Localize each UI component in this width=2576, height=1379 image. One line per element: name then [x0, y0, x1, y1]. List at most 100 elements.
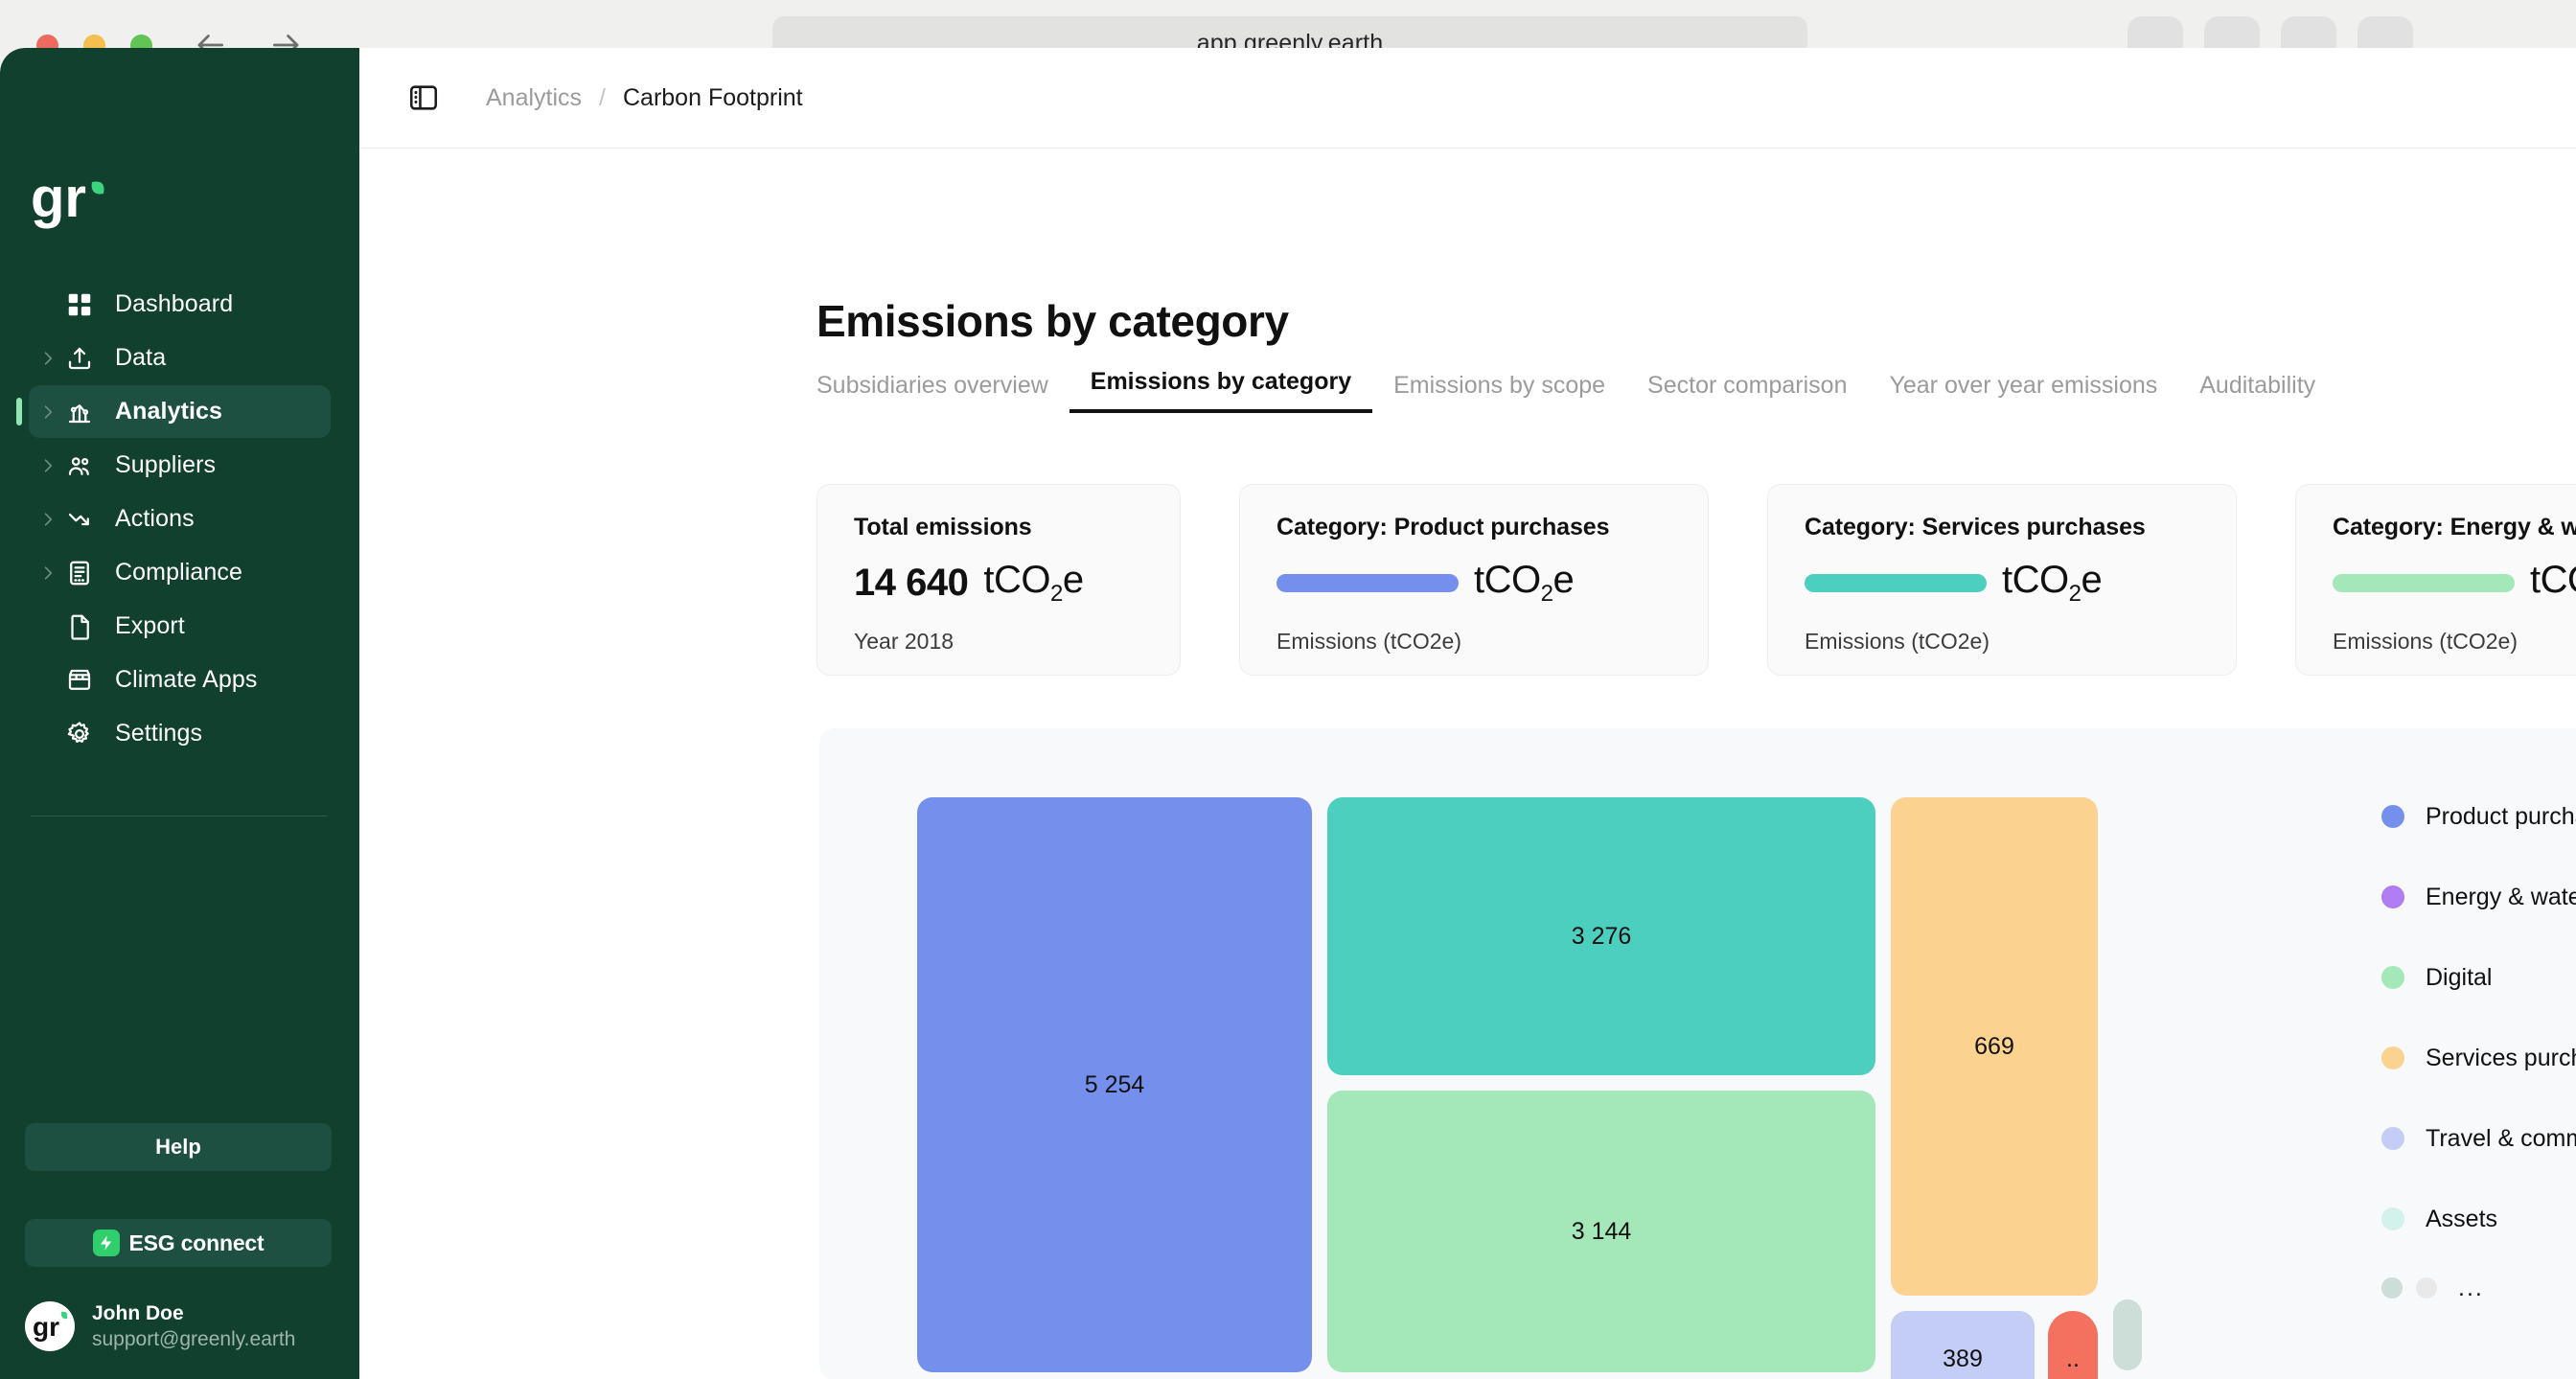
legend-label: Product purchases	[2426, 802, 2576, 830]
legend-color-dot	[2381, 966, 2404, 989]
kpi-subtitle: Emissions (tCO2e)	[1276, 629, 1461, 654]
kpi-title: Category: Energy & water supply	[2333, 514, 2576, 540]
treemap-tile[interactable]: 3 144	[1327, 1091, 1875, 1372]
legend-color-dot	[2381, 885, 2404, 908]
chevron-right-icon[interactable]	[34, 510, 61, 529]
sidebar-item-label: Dashboard	[115, 290, 234, 317]
sidebar-item-dashboard[interactable]: Dashboard	[29, 278, 331, 331]
legend-color-dot	[2381, 1127, 2404, 1150]
trend-down-icon	[65, 505, 94, 534]
sidebar-item-label: Settings	[115, 720, 203, 747]
legend-item[interactable]: Services purchases	[2381, 1018, 2576, 1098]
file-icon	[65, 612, 94, 641]
kpi-subtitle: Emissions (tCO2e)	[2333, 629, 2518, 654]
chevron-right-icon[interactable]	[34, 456, 61, 475]
kpi-card: Category: Services purchases tCO2e Emissio…	[1767, 484, 2237, 676]
page-title: Emissions by category	[816, 296, 1289, 346]
sidebar-item-export[interactable]: Export	[29, 600, 331, 653]
kpi-value-row: 14 640 tCO2e	[854, 559, 1143, 608]
kpi-unit: tCO2e	[983, 559, 1084, 607]
esg-connect-button[interactable]: ESG connect	[25, 1219, 332, 1267]
kpi-card: Category: Product purchases tCO2e Emission…	[1239, 484, 1709, 676]
bar-chart-icon	[65, 398, 94, 426]
legend-label: Services purchases	[2426, 1044, 2576, 1071]
gear-icon	[65, 720, 94, 748]
chevron-right-icon[interactable]	[34, 349, 61, 368]
kpi-subtitle: Year 2018	[854, 629, 954, 654]
treemap-tile[interactable]	[2113, 1299, 2142, 1370]
legend-more-row[interactable]: ...	[2381, 1259, 2576, 1317]
tab-emissions-by-category[interactable]: Emissions by category	[1069, 368, 1373, 413]
breadcrumb-analytics[interactable]: Analytics	[486, 84, 582, 112]
kpi-value-row: tCO2e	[2333, 559, 2576, 608]
tabs: Subsidiaries overview Emissions by catego…	[816, 368, 2336, 413]
sidebar-item-compliance[interactable]: Compliance	[29, 546, 331, 599]
document-icon	[65, 559, 94, 587]
treemap-tile[interactable]: 389	[1891, 1311, 2035, 1379]
treemap-tile[interactable]: 5 254	[917, 797, 1312, 1372]
topbar: Analytics / Carbon Footprint	[359, 48, 2576, 149]
sidebar-item-data[interactable]: Data	[29, 332, 331, 384]
help-label: Help	[155, 1135, 201, 1159]
chevron-right-icon[interactable]	[34, 402, 61, 422]
sidebar-item-label: Data	[115, 344, 167, 371]
tab-emissions-by-scope[interactable]: Emissions by scope	[1372, 372, 1626, 413]
avatar: gr	[25, 1301, 75, 1351]
sidebar-item-settings[interactable]: Settings	[29, 707, 331, 760]
kpi-title: Category: Services purchases	[1805, 514, 2146, 540]
user-email: support@greenly.earth	[92, 1327, 296, 1350]
legend-item[interactable]: Energy & water supply	[2381, 857, 2576, 937]
svg-text:gr: gr	[31, 171, 86, 229]
sidebar-item-label: Actions	[115, 505, 195, 532]
help-button[interactable]: Help	[25, 1123, 332, 1171]
svg-text:gr: gr	[33, 1312, 59, 1342]
legend-color-dot	[2381, 805, 2404, 828]
sidebar-item-actions[interactable]: Actions	[29, 493, 331, 545]
kpi-value-row: tCO2e	[1276, 559, 1671, 608]
sidebar-nav: Dashboard Data Analytics Suppliers Actions Co…	[0, 278, 359, 760]
kpi-loading-bar	[1805, 574, 1987, 592]
store-icon	[65, 666, 94, 695]
legend-label: Assets	[2426, 1205, 2498, 1232]
sidebar-item-suppliers[interactable]: Suppliers	[29, 439, 331, 492]
sidebar-item-climate-apps[interactable]: Climate Apps	[29, 654, 331, 706]
tab-subsidiaries-overview[interactable]: Subsidiaries overview	[816, 372, 1070, 413]
sidebar-item-label: Climate Apps	[115, 666, 258, 693]
sidebar-item-label: Suppliers	[115, 451, 217, 478]
tab-year-over-year-emissions[interactable]: Year over year emissions	[1868, 372, 2178, 413]
treemap-tile[interactable]: ..	[2048, 1311, 2098, 1379]
breadcrumb-separator: /	[599, 83, 606, 111]
legend-more-ellipsis: ...	[2458, 1274, 2484, 1301]
legend-color-dot	[2381, 1046, 2404, 1069]
tab-sector-comparison[interactable]: Sector comparison	[1626, 372, 1868, 413]
kpi-unit: tCO2e	[1474, 559, 1575, 607]
kpi-value-row: tCO2e	[1805, 559, 2199, 608]
legend-color-dot	[2381, 1277, 2403, 1299]
legend-item[interactable]: Assets	[2381, 1179, 2576, 1259]
sidebar-item-analytics[interactable]: Analytics	[16, 385, 331, 438]
legend-item[interactable]: Digital	[2381, 937, 2576, 1018]
grid-icon	[65, 290, 94, 319]
breadcrumb: Analytics / Carbon Footprint	[486, 84, 803, 112]
legend-label: Travel & commute	[2426, 1124, 2576, 1152]
user-name: John Doe	[92, 1301, 184, 1324]
legend-label: Energy & water supply	[2426, 883, 2576, 910]
upload-icon	[65, 344, 94, 373]
chevron-right-icon[interactable]	[34, 563, 61, 583]
legend-item[interactable]: Product purchases	[2381, 776, 2576, 857]
tab-auditability[interactable]: Auditability	[2178, 372, 2336, 413]
sidebar-panel-icon[interactable]	[407, 81, 440, 114]
emissions-treemap-panel: 5 2543 2763 144669 389.. Product purchase…	[819, 728, 2576, 1379]
legend-color-dot	[2416, 1277, 2437, 1299]
legend-item[interactable]: Travel & commute	[2381, 1098, 2576, 1179]
kpi-unit: tCO2e	[2530, 559, 2576, 601]
treemap-tile[interactable]: 3 276	[1327, 797, 1875, 1075]
user-profile[interactable]: gr John Doe support@greenly.earth	[25, 1301, 295, 1351]
kpi-title: Category: Product purchases	[1276, 514, 1610, 540]
kpi-loading-bar	[1276, 574, 1459, 592]
treemap-chart: 5 254 3 276 3 144 669 389..	[917, 797, 2240, 1379]
sidebar-item-label: Export	[115, 612, 185, 639]
kpi-subtitle: Emissions (tCO2e)	[1805, 629, 1990, 654]
greenly-logo-icon[interactable]: gr	[31, 167, 107, 230]
treemap-tile[interactable]: 669	[1891, 797, 2098, 1296]
